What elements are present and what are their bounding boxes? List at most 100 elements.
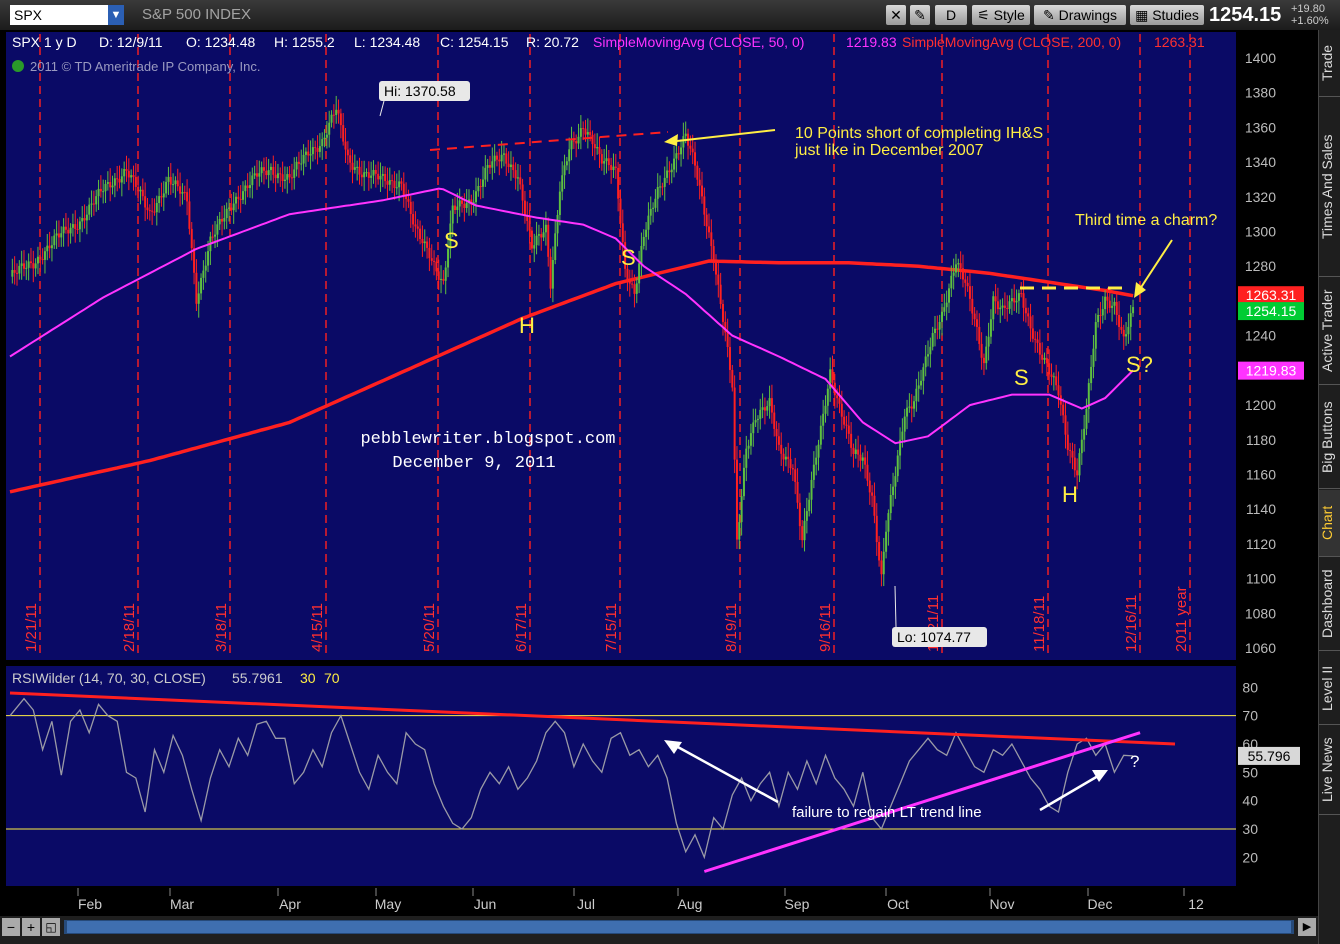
candle-body <box>314 147 317 149</box>
sma50-label[interactable]: SimpleMovingAvg (CLOSE, 50, 0) <box>593 34 804 50</box>
tab-trade[interactable]: Trade <box>1319 30 1340 97</box>
candle-body <box>48 245 51 249</box>
candle-body <box>272 166 275 175</box>
tab-chart[interactable]: Chart <box>1319 490 1340 557</box>
candle-body <box>69 227 72 234</box>
candle-body <box>992 296 995 320</box>
candle-body <box>1006 307 1009 309</box>
candle-body <box>1027 313 1030 317</box>
candle-body <box>190 228 193 249</box>
tab-active-trader[interactable]: Active Trader <box>1319 278 1340 385</box>
symbol-input[interactable]: SPX <box>10 5 122 25</box>
candle-body <box>372 169 375 176</box>
style-button[interactable]: ⚟ Style <box>972 5 1030 25</box>
candle-body <box>288 174 291 178</box>
candle-body <box>668 170 671 173</box>
watermark-line2: December 9, 2011 <box>392 454 555 473</box>
candle-body <box>605 158 608 162</box>
candle-body <box>463 203 466 209</box>
candle-body <box>167 176 170 182</box>
zoom-out-icon[interactable]: − <box>2 918 20 936</box>
candle-body <box>642 236 645 246</box>
chart-area: 1/21/11 2/18/11 3/18/11 4/15/11 5/20/11 6/17/… <box>0 30 1318 916</box>
candle-body <box>780 444 783 454</box>
candle-body <box>661 186 664 188</box>
info-icon[interactable] <box>12 60 24 72</box>
zoom-in-icon[interactable]: + <box>22 918 40 936</box>
sma200-label[interactable]: SimpleMovingAvg (CLOSE, 200, 0) <box>902 34 1121 50</box>
candle-body <box>491 161 494 168</box>
candle-body <box>866 464 869 481</box>
candle-body <box>656 187 659 199</box>
rsi-tick: 40 <box>1242 793 1258 809</box>
studies-button[interactable]: ▦ Studies <box>1130 5 1204 25</box>
candle-body <box>999 307 1002 310</box>
candle-body <box>824 405 827 414</box>
candle-body <box>631 283 634 285</box>
header-period[interactable]: SPX 1 y D <box>12 34 77 50</box>
drawings-button[interactable]: ✎ Drawings <box>1034 5 1126 25</box>
month-label: Dec <box>1088 896 1113 912</box>
tab-level-ii[interactable]: Level II <box>1319 652 1340 725</box>
candle-body <box>351 162 354 170</box>
candle-body <box>211 236 214 238</box>
candle-body <box>409 201 412 215</box>
rsi-pane[interactable] <box>6 666 1236 886</box>
tab-live-news[interactable]: Live News <box>1319 726 1340 815</box>
chevron-down-icon[interactable]: ▼ <box>108 5 124 25</box>
week-label: 6/17/11 <box>513 603 530 652</box>
candle-body <box>945 302 948 308</box>
candle-body <box>831 369 834 383</box>
candle-body <box>25 267 28 269</box>
annotation-third-time: Third time a charm? <box>1075 212 1217 229</box>
time-scrollbar[interactable] <box>64 920 1294 934</box>
rsi-current-label: 55.796 <box>1238 746 1300 765</box>
period-button[interactable]: D <box>935 5 967 25</box>
price-tick: 1060 <box>1245 640 1276 656</box>
candle-body <box>621 223 624 243</box>
candle-body <box>232 203 235 211</box>
tab-big-buttons[interactable]: Big Buttons <box>1319 386 1340 489</box>
crosshair-icon[interactable]: ✕ <box>886 5 906 25</box>
candle-body <box>584 128 587 135</box>
candle-body <box>591 134 594 145</box>
candle-body <box>27 261 30 268</box>
candle-body <box>903 416 906 432</box>
candle-body <box>498 159 501 162</box>
candle-body <box>62 226 65 234</box>
candle-body <box>927 354 930 357</box>
candle-body <box>486 165 489 168</box>
header-date: D: 12/9/11 <box>99 34 163 50</box>
candle-body <box>1073 457 1076 471</box>
candle-body <box>878 542 881 561</box>
candle-body <box>1111 305 1114 308</box>
candle-body <box>1001 305 1004 308</box>
candle-body <box>887 513 890 532</box>
candle-body <box>934 328 937 334</box>
candle-body <box>321 139 324 147</box>
candle-body <box>41 259 44 261</box>
tab-times-and-sales[interactable]: Times And Sales <box>1319 98 1340 277</box>
tab-dashboard[interactable]: Dashboard <box>1319 558 1340 651</box>
scroll-right-icon[interactable]: ▶ <box>1298 918 1316 936</box>
week-label: 2/18/11 <box>121 603 138 652</box>
candle-body <box>859 454 862 461</box>
candle-body <box>356 166 359 168</box>
pencil-icon[interactable]: ✎ <box>910 5 930 25</box>
fit-icon[interactable]: ◱ <box>42 918 60 936</box>
studies-label: Studies <box>1152 7 1199 23</box>
annotation-ihs-2: just like in December 2007 <box>794 142 984 159</box>
price-tick: 1140 <box>1246 501 1276 517</box>
week-label: 8/19/11 <box>723 603 740 652</box>
price-value-label: 1254.15 <box>1246 303 1297 319</box>
scroll-thumb[interactable] <box>67 921 1291 933</box>
label-head-2: H <box>1062 482 1078 507</box>
price-pane[interactable] <box>6 32 1236 660</box>
candle-body <box>614 166 617 168</box>
price-tick: 1180 <box>1246 432 1276 448</box>
candle-body <box>1043 357 1046 360</box>
rsi-label[interactable]: RSIWilder (14, 70, 30, CLOSE) <box>12 670 206 686</box>
candle-body <box>733 387 736 460</box>
candle-body <box>358 166 361 175</box>
candle-body <box>137 186 140 192</box>
